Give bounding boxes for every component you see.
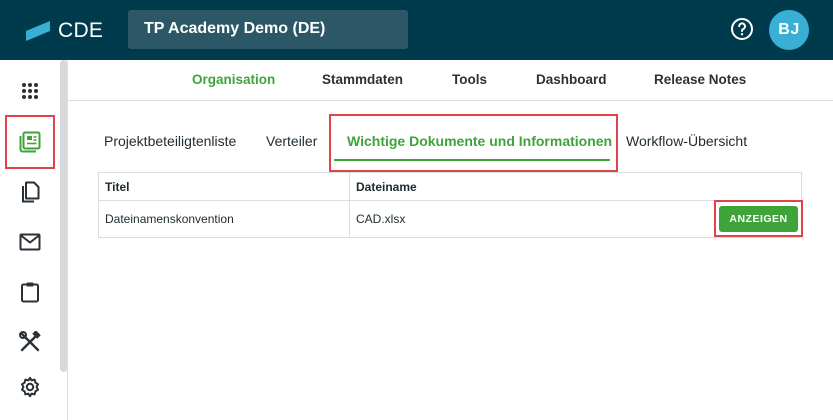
sidebar-item-mail[interactable]: [6, 217, 53, 267]
column-header-title: Titel: [98, 172, 350, 201]
cell-filename: CAD.xlsx: [349, 200, 717, 238]
copy-documents-icon: [21, 181, 39, 203]
documents-table: Titel Dateiname Dateinamenskonvention CA…: [98, 172, 802, 238]
sidebar-item-documents[interactable]: [5, 115, 55, 169]
sidebar-item-tasks[interactable]: [6, 267, 53, 317]
nav-tab-stammdaten[interactable]: Stammdaten: [322, 72, 403, 87]
clipboard-icon: [20, 282, 39, 303]
tools-icon: [18, 331, 41, 352]
column-header-filename: Dateiname: [349, 172, 717, 201]
table-header-row: Titel Dateiname: [98, 172, 802, 201]
nav-tab-dashboard[interactable]: Dashboard: [536, 72, 607, 87]
sidebar-scrollbar[interactable]: [60, 60, 67, 372]
tab-projektbeteiligtenliste[interactable]: Projektbeteiligtenliste: [104, 133, 236, 149]
app-logo[interactable]: CDE: [26, 19, 103, 43]
nav-tab-tools[interactable]: Tools: [452, 72, 487, 87]
tab-workflow-uebersicht[interactable]: Workflow-Übersicht: [626, 133, 747, 149]
gear-icon: [20, 376, 39, 398]
top-bar: CDE TP Academy Demo (DE) BJ: [0, 0, 833, 60]
main-navigation: Organisation Stammdaten Tools Dashboard …: [68, 60, 833, 101]
sidebar-item-settings[interactable]: [6, 362, 53, 412]
project-selector[interactable]: TP Academy Demo (DE): [128, 10, 408, 49]
nav-tab-release-notes[interactable]: Release Notes: [654, 72, 746, 87]
user-avatar[interactable]: BJ: [769, 10, 809, 50]
document-list-icon: [19, 131, 41, 153]
logo-text: CDE: [58, 19, 104, 42]
logo-mark-icon: [26, 21, 50, 41]
active-tab-underline: [334, 159, 610, 161]
sidebar-item-files[interactable]: [6, 167, 53, 217]
help-button[interactable]: [730, 17, 754, 41]
cell-title: Dateinamenskonvention: [98, 200, 350, 238]
nav-tab-organisation[interactable]: Organisation: [192, 72, 275, 87]
tab-wichtige-dokumente[interactable]: Wichtige Dokumente und Informationen: [347, 133, 612, 149]
mail-icon: [19, 233, 40, 251]
column-header-action: [716, 172, 802, 201]
show-document-button[interactable]: ANZEIGEN: [719, 206, 798, 232]
apps-grid-icon: [21, 83, 38, 99]
help-icon: [731, 18, 753, 40]
table-row: Dateinamenskonvention CAD.xlsx: [98, 200, 802, 238]
sidebar-item-tools[interactable]: [6, 317, 53, 367]
tab-verteiler[interactable]: Verteiler: [266, 133, 317, 149]
sidebar-item-apps[interactable]: [6, 66, 53, 116]
